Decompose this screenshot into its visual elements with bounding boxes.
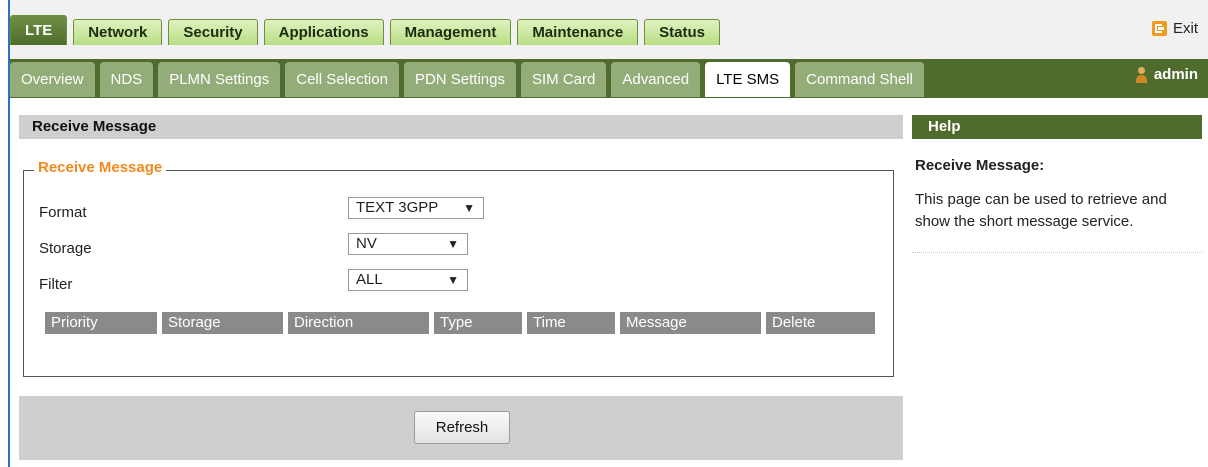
subtab-command-shell[interactable]: Command Shell [795, 62, 924, 97]
user-icon [1135, 66, 1147, 83]
column-direction: Direction [288, 312, 429, 334]
column-delete: Delete [766, 312, 875, 334]
subtab-pdn-settings[interactable]: PDN Settings [403, 62, 516, 97]
user-menu[interactable]: admin [1135, 66, 1198, 83]
chevron-down-icon: ▼ [447, 237, 459, 251]
storage-value: NV [356, 235, 377, 252]
filter-label: Filter [39, 276, 73, 293]
exit-label: Exit [1172, 20, 1198, 37]
column-storage: Storage [162, 312, 283, 334]
main-tabs: LTE Network Security Applications Manage… [10, 15, 721, 45]
message-table-header: Priority Storage Direction Type Time Mes… [45, 312, 875, 334]
column-time: Time [527, 312, 615, 334]
tab-management[interactable]: Management [389, 19, 512, 45]
subtab-overview[interactable]: Overview [10, 62, 95, 97]
section-title: Receive Message [19, 115, 903, 139]
tab-security[interactable]: Security [168, 19, 258, 45]
exit-icon [1151, 21, 1167, 36]
storage-select[interactable]: NV ▼ [348, 233, 468, 255]
window-frame [0, 0, 10, 467]
storage-label: Storage [39, 240, 92, 257]
tab-lte[interactable]: LTE [10, 15, 68, 45]
fieldset-legend: Receive Message [34, 159, 167, 176]
subtab-cell-selection[interactable]: Cell Selection [285, 62, 399, 97]
refresh-button[interactable]: Refresh [414, 411, 510, 444]
username: admin [1153, 66, 1198, 83]
format-select[interactable]: TEXT 3GPP ▼ [348, 197, 484, 219]
sub-tabs: Overview NDS PLMN Settings Cell Selectio… [10, 62, 924, 97]
subtab-sim-card[interactable]: SIM Card [521, 62, 607, 97]
subtab-lte-sms[interactable]: LTE SMS [705, 62, 791, 97]
help-divider [912, 252, 1202, 253]
exit-link[interactable]: Exit [1151, 20, 1198, 37]
subtab-advanced[interactable]: Advanced [611, 62, 701, 97]
tab-maintenance[interactable]: Maintenance [517, 19, 639, 45]
filter-select[interactable]: ALL ▼ [348, 269, 468, 291]
help-header: Help [912, 115, 1202, 139]
column-priority: Priority [45, 312, 157, 334]
subtab-nds[interactable]: NDS [99, 62, 154, 97]
tab-status[interactable]: Status [644, 19, 721, 45]
help-text: This page can be used to retrieve and sh… [915, 191, 1167, 230]
help-title: Receive Message: [915, 157, 1045, 174]
format-value: TEXT 3GPP [356, 199, 439, 216]
filter-value: ALL [356, 271, 383, 288]
column-message: Message [620, 312, 761, 334]
format-label: Format [39, 204, 87, 221]
column-type: Type [434, 312, 522, 334]
tab-network[interactable]: Network [73, 19, 163, 45]
chevron-down-icon: ▼ [463, 201, 475, 215]
subtab-plmn-settings[interactable]: PLMN Settings [158, 62, 281, 97]
tab-applications[interactable]: Applications [263, 19, 384, 45]
chevron-down-icon: ▼ [447, 273, 459, 287]
